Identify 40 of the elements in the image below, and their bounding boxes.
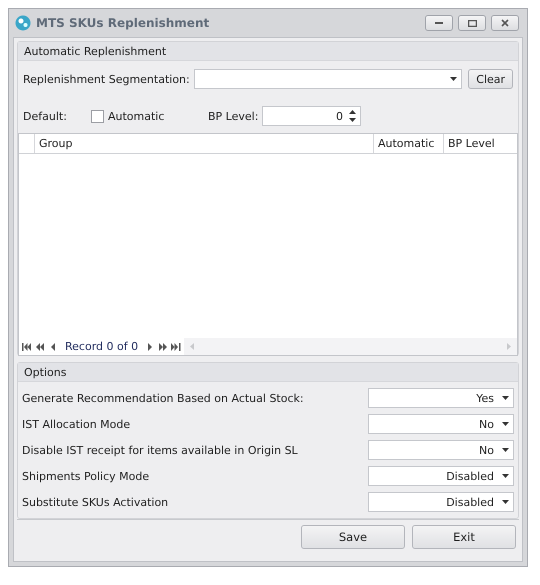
checkbox-label: Automatic bbox=[108, 110, 166, 122]
dropdown-arrow-icon bbox=[502, 422, 509, 426]
option-label: Substitute SKUs Activation bbox=[22, 496, 168, 508]
field-label: Replenishment Segmentation: bbox=[23, 72, 190, 86]
dropdown-arrow-icon bbox=[502, 474, 509, 478]
option-label: IST Allocation Mode bbox=[22, 418, 130, 430]
option-label: Generate Recommendation Based on Actual Stock: bbox=[22, 392, 304, 404]
option-dropdown[interactable]: No bbox=[368, 414, 514, 434]
dropdown-arrow-icon bbox=[502, 500, 509, 504]
option-dropdown[interactable]: Disabled bbox=[368, 492, 514, 512]
maximize-button[interactable] bbox=[458, 15, 486, 31]
group-title: Automatic Replenishment bbox=[24, 44, 166, 58]
next-page-icon[interactable] bbox=[158, 342, 168, 350]
save-button[interactable]: Save bbox=[301, 525, 405, 549]
bp-level-spinner[interactable]: 0 bbox=[262, 106, 361, 126]
option-label: Shipments Policy Mode bbox=[22, 470, 150, 482]
dropdown-arrow-icon bbox=[502, 396, 509, 400]
option-dropdown[interactable]: No bbox=[368, 440, 514, 460]
first-record-icon[interactable] bbox=[22, 342, 32, 350]
field-label: Default: bbox=[23, 110, 68, 122]
automatic-checkbox[interactable] bbox=[91, 110, 104, 122]
dropdown-arrow-icon bbox=[450, 77, 458, 81]
group-title: Options bbox=[24, 366, 66, 378]
clear-button[interactable]: Clear bbox=[468, 69, 513, 89]
previous-page-icon[interactable] bbox=[35, 342, 45, 350]
option-label: Disable IST receipt for items available in Origin SL bbox=[22, 444, 298, 456]
dropdown-arrow-icon bbox=[502, 448, 509, 452]
close-button[interactable] bbox=[491, 15, 519, 31]
minimize-button[interactable] bbox=[425, 15, 453, 31]
maximize-icon bbox=[468, 20, 476, 26]
spin-arrows-icon[interactable] bbox=[349, 110, 356, 122]
close-icon bbox=[501, 19, 509, 27]
option-dropdown[interactable]: Yes bbox=[368, 388, 514, 408]
field-label: BP Level: bbox=[208, 110, 260, 122]
last-record-icon[interactable] bbox=[171, 342, 182, 350]
option-dropdown[interactable]: Disabled bbox=[368, 466, 514, 486]
minimize-icon bbox=[435, 22, 443, 24]
window-title: MTS SKUs Replenishment bbox=[36, 16, 210, 30]
exit-button[interactable]: Exit bbox=[412, 525, 516, 549]
record-counter: Record 0 of 0 bbox=[64, 340, 140, 353]
